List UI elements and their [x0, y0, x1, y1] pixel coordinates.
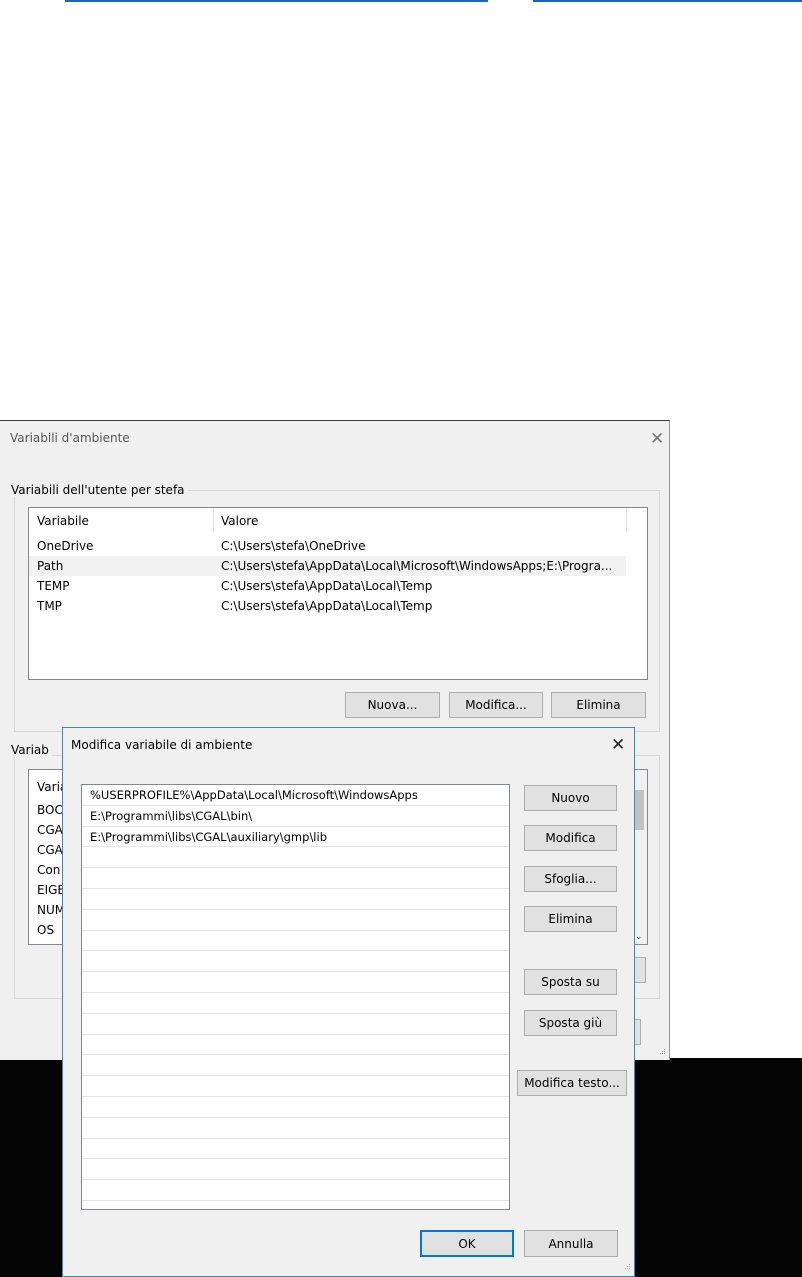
- list-item[interactable]: EIGE: [37, 883, 65, 897]
- empty-row[interactable]: [82, 889, 509, 910]
- list-item[interactable]: %USERPROFILE%\AppData\Local\Microsoft\Wi…: [82, 785, 509, 806]
- resize-grip-icon[interactable]: [621, 1262, 631, 1272]
- empty-row[interactable]: [82, 1014, 509, 1035]
- list-item[interactable]: CGA: [37, 823, 63, 837]
- edit-user-var-button[interactable]: Modifica...: [449, 692, 543, 718]
- empty-row[interactable]: [82, 1180, 509, 1201]
- close-icon[interactable]: ✕: [650, 431, 664, 448]
- list-item[interactable]: CGA: [37, 843, 63, 857]
- empty-row[interactable]: [82, 972, 509, 993]
- list-item[interactable]: BOC: [37, 803, 63, 817]
- column-header-value[interactable]: Valore: [221, 514, 258, 528]
- top-border-right: [533, 0, 802, 2]
- dialog-title: Variabili d'ambiente: [10, 431, 130, 445]
- ok-button[interactable]: OK: [420, 1230, 514, 1257]
- top-border-left: [65, 0, 488, 2]
- list-header: Variabile Valore: [29, 508, 647, 532]
- edit-entry-button[interactable]: Modifica: [524, 825, 617, 851]
- list-item[interactable]: E:\Programmi\libs\CGAL\auxiliary\gmp\lib: [82, 827, 509, 848]
- empty-row[interactable]: [82, 1097, 509, 1118]
- empty-row[interactable]: [82, 847, 509, 869]
- empty-row[interactable]: [82, 1035, 509, 1056]
- list-item[interactable]: Con: [37, 863, 60, 877]
- list-item[interactable]: OS: [37, 923, 54, 937]
- new-user-var-button[interactable]: Nuova...: [345, 692, 440, 718]
- browse-button[interactable]: Sfoglia...: [524, 866, 617, 892]
- path-entries-list[interactable]: %USERPROFILE%\AppData\Local\Microsoft\Wi…: [81, 784, 510, 1210]
- user-vars-list[interactable]: Variabile Valore OneDrive C:\Users\stefa…: [28, 507, 648, 680]
- cancel-button[interactable]: Annulla: [524, 1230, 618, 1257]
- edit-variable-dialog: Modifica variabile di ambiente ✕ %USERPR…: [62, 727, 635, 1277]
- column-header-variable[interactable]: Variabile: [37, 514, 89, 528]
- close-icon[interactable]: ✕: [611, 737, 625, 754]
- table-row[interactable]: TMP C:\Users\stefa\AppData\Local\Temp: [29, 596, 626, 616]
- list-item[interactable]: E:\Programmi\libs\CGAL\bin\: [82, 806, 509, 827]
- resize-grip-icon[interactable]: [656, 1047, 666, 1057]
- empty-row[interactable]: [82, 910, 509, 931]
- list-item[interactable]: NUM: [37, 903, 65, 917]
- table-row[interactable]: TEMP C:\Users\stefa\AppData\Local\Temp: [29, 576, 626, 596]
- delete-entry-button[interactable]: Elimina: [524, 906, 617, 932]
- empty-row[interactable]: [82, 1159, 509, 1181]
- new-entry-button[interactable]: Nuovo: [524, 785, 617, 811]
- chevron-down-icon[interactable]: ⌄: [635, 932, 643, 942]
- empty-row[interactable]: [82, 1139, 509, 1160]
- empty-row[interactable]: [82, 868, 509, 889]
- empty-row[interactable]: [82, 1055, 509, 1077]
- scrollbar-thumb[interactable]: [635, 790, 644, 830]
- empty-row[interactable]: [82, 931, 509, 952]
- move-down-button[interactable]: Sposta giù: [524, 1010, 617, 1036]
- dialog-title: Modifica variabile di ambiente: [71, 738, 253, 752]
- delete-user-var-button[interactable]: Elimina: [551, 692, 646, 718]
- system-vars-group-label: Variab: [8, 743, 52, 757]
- empty-row[interactable]: [82, 1118, 509, 1139]
- empty-row[interactable]: [82, 993, 509, 1014]
- user-vars-group-label: Variabili dell'utente per stefa: [8, 483, 188, 497]
- edit-text-button[interactable]: Modifica testo...: [517, 1070, 627, 1096]
- empty-row[interactable]: [82, 951, 509, 973]
- move-up-button[interactable]: Sposta su: [524, 969, 617, 995]
- table-row[interactable]: Path C:\Users\stefa\AppData\Local\Micros…: [29, 556, 626, 576]
- table-row[interactable]: OneDrive C:\Users\stefa\OneDrive: [29, 536, 626, 556]
- empty-row[interactable]: [82, 1076, 509, 1097]
